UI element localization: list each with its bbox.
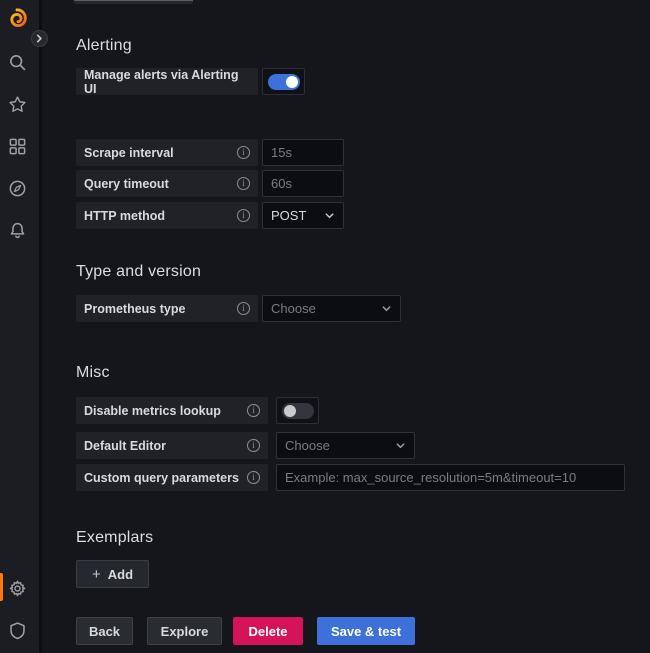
- exemplars-section-title: Exemplars: [76, 529, 153, 547]
- toggle-off: [282, 403, 314, 419]
- explore-button[interactable]: Explore: [147, 617, 222, 645]
- default-editor-label: Default Editor i: [76, 432, 268, 459]
- info-icon[interactable]: i: [247, 439, 260, 452]
- sidebar: [0, 0, 42, 653]
- dashboards-grid-icon[interactable]: [6, 135, 28, 157]
- query-timeout-input[interactable]: [262, 170, 344, 197]
- delete-button[interactable]: Delete: [233, 617, 303, 645]
- scrape-interval-label: Scrape interval i: [76, 139, 258, 166]
- custom-query-parameters-label: Custom query parameters i: [76, 464, 268, 491]
- misc-section-title: Misc: [76, 364, 110, 382]
- cutoff-element-above: [74, 0, 193, 4]
- back-button[interactable]: Back: [76, 617, 133, 645]
- info-icon[interactable]: i: [247, 404, 260, 417]
- chevron-down-icon: [381, 303, 392, 314]
- info-icon[interactable]: i: [237, 302, 250, 315]
- query-timeout-label: Query timeout i: [76, 170, 258, 197]
- toggle-on: [268, 74, 300, 90]
- http-method-label: HTTP method i: [76, 202, 258, 229]
- custom-query-parameters-input[interactable]: [276, 464, 625, 491]
- add-exemplar-button[interactable]: + Add: [76, 560, 149, 588]
- prometheus-type-label: Prometheus type i: [76, 295, 258, 322]
- disable-metrics-lookup-label: Disable metrics lookup i: [76, 397, 268, 424]
- scrape-interval-input[interactable]: [262, 139, 344, 166]
- info-icon[interactable]: i: [237, 209, 250, 222]
- explore-compass-icon[interactable]: [6, 177, 28, 199]
- info-icon[interactable]: i: [237, 146, 250, 159]
- grafana-logo-icon[interactable]: [6, 7, 28, 29]
- plus-icon: +: [92, 567, 101, 582]
- manage-alerts-toggle[interactable]: [262, 68, 305, 95]
- http-method-select[interactable]: POST: [262, 202, 344, 229]
- alerting-bell-icon[interactable]: [6, 219, 28, 241]
- info-icon[interactable]: i: [247, 471, 260, 484]
- prometheus-type-select[interactable]: Choose: [262, 295, 401, 322]
- datasource-settings-page: Alerting Manage alerts via Alerting UI S…: [0, 0, 650, 653]
- alerting-section-title: Alerting: [76, 37, 132, 55]
- sidebar-expand-button[interactable]: [31, 30, 48, 47]
- chevron-down-icon: [395, 440, 406, 451]
- search-icon[interactable]: [6, 51, 28, 73]
- info-icon[interactable]: i: [237, 177, 250, 190]
- chevron-right-icon: [35, 34, 44, 43]
- save-and-test-button[interactable]: Save & test: [317, 617, 415, 645]
- star-icon[interactable]: [6, 93, 28, 115]
- manage-alerts-label: Manage alerts via Alerting UI: [76, 68, 258, 95]
- type-version-section-title: Type and version: [76, 263, 201, 281]
- admin-shield-icon[interactable]: [6, 619, 28, 641]
- default-editor-select[interactable]: Choose: [276, 432, 415, 459]
- configuration-gear-icon[interactable]: [6, 577, 28, 599]
- active-section-indicator: [0, 573, 3, 601]
- disable-metrics-lookup-toggle[interactable]: [276, 397, 319, 424]
- chevron-down-icon: [324, 210, 335, 221]
